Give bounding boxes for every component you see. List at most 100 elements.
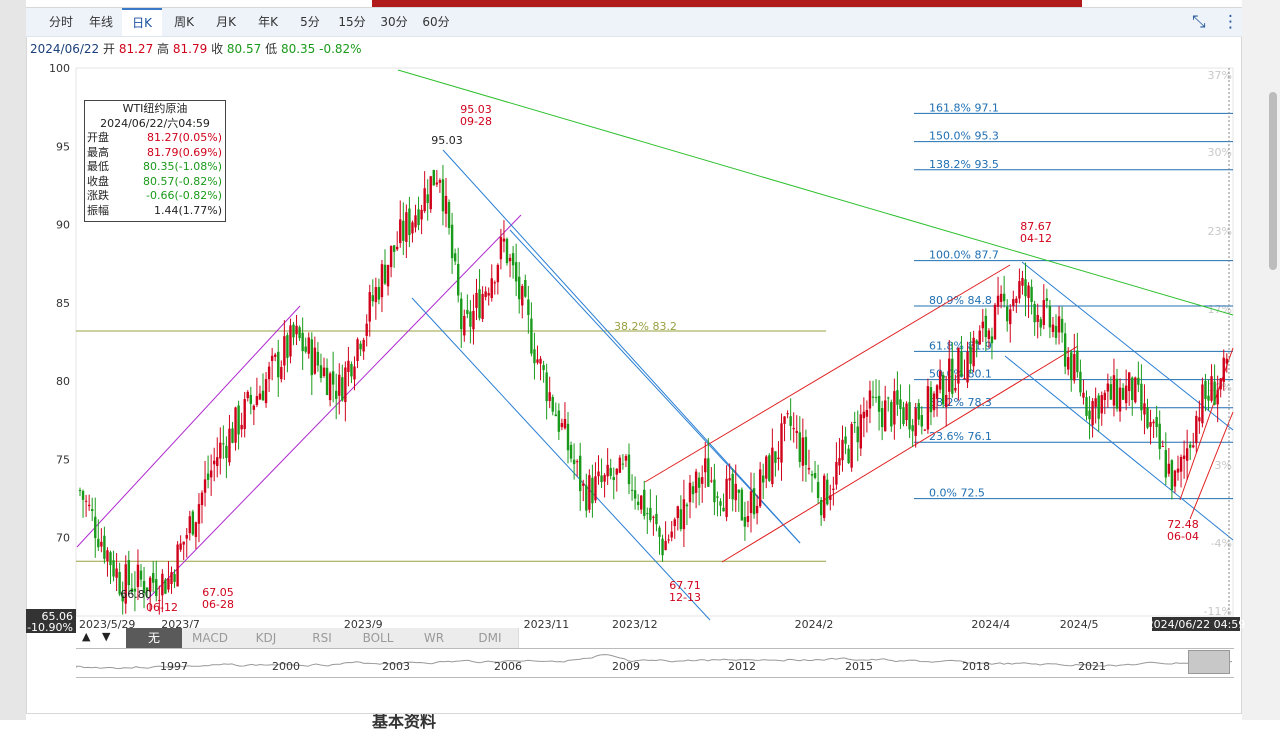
candle-body	[1170, 460, 1174, 490]
y-tick-label: 95	[56, 140, 70, 153]
candle-body	[374, 287, 378, 303]
indicator-down-arrow[interactable]: ▼	[102, 630, 110, 643]
candle-body	[1054, 325, 1058, 338]
navigator-year-label: 2015	[845, 660, 873, 673]
candle-body	[405, 212, 408, 242]
candle-body	[609, 467, 612, 476]
candle-body	[301, 332, 304, 352]
candle-body	[1033, 303, 1036, 323]
candle-body	[813, 473, 817, 478]
candle-body	[868, 390, 872, 409]
candle-body	[173, 574, 176, 582]
indicator-tab[interactable]: BOLL	[350, 628, 407, 648]
candle-body	[267, 366, 271, 380]
candle-body	[917, 403, 920, 420]
indicator-tab[interactable]: MACD	[182, 628, 239, 648]
navigator-window-handle[interactable]	[1188, 650, 1230, 674]
ohlc-legend-box: WTI纽约原油 2024/06/22/六04:59 开盘 81.27(0.05%)…	[84, 100, 226, 222]
candle-body	[575, 461, 579, 463]
candle-body	[1204, 380, 1207, 399]
candle-body	[655, 513, 658, 525]
candle-body	[484, 291, 487, 298]
candle-body	[1213, 381, 1216, 405]
candle-body	[368, 292, 371, 322]
date-annotation: 06-04	[1167, 530, 1199, 543]
candle-body	[386, 264, 390, 287]
candle-body	[222, 443, 225, 445]
candle-body	[1002, 293, 1006, 302]
candle-body	[579, 455, 582, 492]
indicator-up-arrow[interactable]: ▲	[82, 630, 90, 643]
candle-body	[185, 534, 188, 539]
candle-body	[1063, 333, 1067, 367]
candle-body	[719, 501, 722, 506]
candle-body	[548, 392, 551, 401]
candle-body	[341, 377, 344, 401]
candle-body	[658, 527, 661, 537]
candle-body	[496, 264, 500, 283]
candle-body	[521, 286, 524, 306]
candle-body	[1146, 407, 1149, 428]
navigator-year-label: 2021	[1078, 660, 1106, 673]
candle-body	[292, 324, 295, 338]
candle-body	[823, 475, 826, 518]
candle-body	[551, 396, 554, 412]
candle-body	[420, 209, 423, 220]
candle-body	[734, 483, 737, 501]
candle-body	[1039, 319, 1042, 328]
candle-body	[280, 366, 283, 380]
candle-body	[819, 500, 823, 516]
candle-body	[926, 386, 930, 430]
candle-body	[954, 388, 957, 391]
navigator-year-label: 2012	[728, 660, 756, 673]
candle-body	[298, 327, 301, 339]
indicator-tab[interactable]: RSI	[294, 628, 351, 648]
candle-body	[518, 276, 521, 300]
candle-body	[713, 479, 716, 503]
candle-body	[1091, 401, 1094, 426]
candle-body	[237, 405, 240, 435]
candle-body	[810, 474, 814, 476]
candle-body	[905, 403, 908, 421]
candle-body	[392, 245, 396, 252]
candle-body	[84, 500, 88, 502]
candle-body	[865, 409, 869, 417]
pct-tick-label: -11%	[1204, 605, 1232, 618]
candle-body	[643, 489, 646, 516]
candle-body	[234, 407, 237, 443]
candle-body	[493, 282, 496, 284]
candle-body	[774, 451, 777, 463]
indicator-tab[interactable]: DMI	[462, 628, 519, 648]
candle-body	[441, 179, 445, 212]
candle-body	[322, 367, 326, 377]
candle-body	[996, 295, 1000, 307]
candle-body	[1085, 397, 1088, 416]
candle-body	[920, 415, 923, 427]
candle-body	[155, 579, 158, 597]
x-tick-label: 2023/12	[612, 618, 658, 631]
candle-body	[502, 238, 506, 242]
candle-body	[1225, 358, 1228, 364]
candle-body	[353, 366, 356, 380]
indicator-tab[interactable]: 无	[126, 628, 183, 648]
candle-body	[170, 572, 173, 584]
pct-tick-label: 30%	[1208, 146, 1232, 159]
price-annotation: 06-12	[146, 601, 178, 614]
candle-body	[630, 489, 634, 491]
candle-body	[313, 347, 317, 374]
candle-body	[444, 195, 448, 214]
candle-body	[112, 560, 115, 577]
legend-row-value: 81.79(0.69%)	[146, 145, 222, 159]
candle-body	[981, 321, 984, 329]
candle-body	[932, 393, 936, 411]
trend-line	[509, 229, 801, 544]
legend-row: 振幅 1.44(1.77%)	[85, 204, 225, 219]
candle-body	[1210, 376, 1213, 401]
candle-body	[176, 544, 179, 587]
candle-body	[188, 516, 191, 534]
indicator-tab[interactable]: KDJ	[238, 628, 295, 648]
indicator-tab[interactable]: WR	[406, 628, 463, 648]
legend-title: WTI纽约原油	[122, 102, 188, 115]
candle-body	[697, 477, 701, 488]
fib-level-label: 138.2% 93.5	[929, 158, 999, 171]
